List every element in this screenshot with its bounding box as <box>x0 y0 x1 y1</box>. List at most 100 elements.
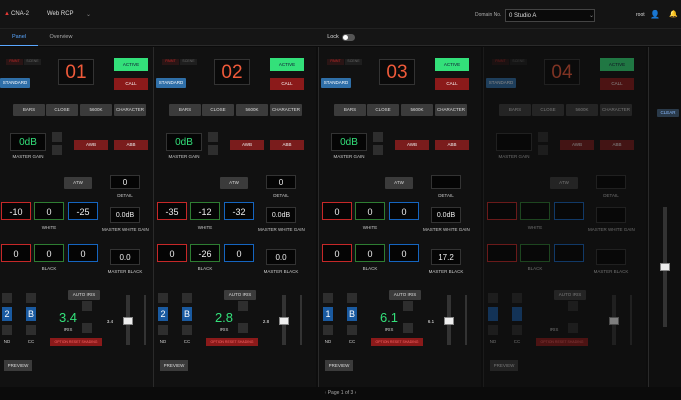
mode-button-character[interactable]: CHARACTER <box>114 104 146 116</box>
detail-value[interactable] <box>431 175 461 189</box>
master-black-value[interactable] <box>596 249 626 265</box>
preview-button[interactable]: PREVIEW <box>325 360 353 371</box>
arrow-down-icon[interactable] <box>208 145 218 155</box>
mode-button-close[interactable]: CLOSE <box>367 104 399 116</box>
white-value-r[interactable]: -35 <box>157 202 187 220</box>
cc-up-icon[interactable] <box>182 293 192 303</box>
white-value-b[interactable]: 0 <box>389 202 419 220</box>
master-white-gain-value[interactable]: 0.0dB <box>266 207 296 223</box>
mode-button-bars[interactable]: BARS <box>169 104 201 116</box>
nd-up-icon[interactable] <box>323 293 333 303</box>
iris-fader-handle[interactable] <box>279 317 289 325</box>
arrow-down-icon[interactable] <box>373 145 383 155</box>
arrow-up-icon[interactable] <box>538 132 548 142</box>
master-white-gain-value[interactable] <box>596 207 626 223</box>
abb-button[interactable]: ABB <box>435 140 469 150</box>
arrow-up-icon[interactable] <box>208 132 218 142</box>
cc-up-icon[interactable] <box>26 293 36 303</box>
call-button[interactable]: CALL <box>435 78 469 90</box>
user-icon[interactable]: 👤 <box>650 10 660 19</box>
option-reset-shading-strip[interactable]: OPTION RESET SHADING <box>206 338 258 346</box>
white-value-g[interactable]: 0 <box>355 202 385 220</box>
iris-up-icon[interactable] <box>568 301 578 311</box>
arrow-up-icon[interactable] <box>373 132 383 142</box>
nd-value[interactable]: 2 <box>158 307 168 321</box>
mode-button-5600k[interactable]: 5600K <box>236 104 268 116</box>
white-value-g[interactable]: 0 <box>34 202 64 220</box>
black-value-g[interactable]: -26 <box>190 244 220 262</box>
master-black-value[interactable]: 17.2 <box>431 249 461 265</box>
lock-toggle[interactable] <box>342 34 355 41</box>
iris-down-icon[interactable] <box>568 323 578 333</box>
domain-select[interactable]: 0 Studio A ⌄ <box>505 9 595 22</box>
cc-up-icon[interactable] <box>347 293 357 303</box>
arrow-down-icon[interactable] <box>538 145 548 155</box>
atw-button[interactable]: ATW <box>385 177 413 189</box>
black-value-g[interactable] <box>520 244 550 262</box>
chevron-down-icon[interactable]: ⌄ <box>86 11 91 18</box>
black-value-g[interactable]: 0 <box>34 244 64 262</box>
active-button[interactable]: ACTIVE <box>435 58 469 71</box>
auto-iris-button[interactable]: AUTO IRIS <box>224 290 256 300</box>
white-value-g[interactable] <box>520 202 550 220</box>
mode-button-5600k[interactable]: 5600K <box>566 104 598 116</box>
standard-button[interactable]: STANDARD <box>0 78 30 88</box>
cc-value[interactable] <box>512 307 522 321</box>
next-page-icon[interactable]: › <box>355 390 357 396</box>
black-value-r[interactable]: 0 <box>157 244 187 262</box>
mode-button-close[interactable]: CLOSE <box>46 104 78 116</box>
nd-down-icon[interactable] <box>158 325 168 335</box>
awb-button[interactable]: AWB <box>395 140 429 150</box>
nd-up-icon[interactable] <box>488 293 498 303</box>
white-value-b[interactable]: -25 <box>68 202 98 220</box>
nd-down-icon[interactable] <box>2 325 12 335</box>
nd-value[interactable]: 2 <box>2 307 12 321</box>
bell-icon[interactable]: 🔔 <box>669 10 678 18</box>
active-button[interactable]: ACTIVE <box>114 58 148 71</box>
black-value-r[interactable] <box>487 244 517 262</box>
black-value-b[interactable]: 0 <box>224 244 254 262</box>
mode-button-bars[interactable]: BARS <box>499 104 531 116</box>
iris-down-icon[interactable] <box>238 323 248 333</box>
iris-fader-handle[interactable] <box>444 317 454 325</box>
mode-button-5600k[interactable]: 5600K <box>401 104 433 116</box>
abb-button[interactable]: ABB <box>270 140 304 150</box>
black-value-b[interactable] <box>554 244 584 262</box>
abb-button[interactable]: ABB <box>600 140 634 150</box>
mode-button-bars[interactable]: BARS <box>334 104 366 116</box>
call-button[interactable]: CALL <box>114 78 148 90</box>
detail-value[interactable] <box>596 175 626 189</box>
awb-button[interactable]: AWB <box>74 140 108 150</box>
black-value-b[interactable]: 0 <box>68 244 98 262</box>
awb-button[interactable]: AWB <box>230 140 264 150</box>
iris-down-icon[interactable] <box>82 323 92 333</box>
cc-down-icon[interactable] <box>182 325 192 335</box>
atw-button[interactable]: ATW <box>550 177 578 189</box>
active-button[interactable]: ACTIVE <box>270 58 304 71</box>
nd-up-icon[interactable] <box>2 293 12 303</box>
cc-down-icon[interactable] <box>26 325 36 335</box>
cc-down-icon[interactable] <box>347 325 357 335</box>
mode-button-character[interactable]: CHARACTER <box>270 104 302 116</box>
mode-button-5600k[interactable]: 5600K <box>80 104 112 116</box>
option-reset-shading-strip[interactable]: OPTION RESET SHADING <box>536 338 588 346</box>
master-white-gain-value[interactable]: 0.0dB <box>110 207 140 223</box>
auto-iris-button[interactable]: AUTO IRIS <box>389 290 421 300</box>
standard-button[interactable]: STANDARD <box>156 78 186 88</box>
mode-button-bars[interactable]: BARS <box>13 104 45 116</box>
master-black-value[interactable]: 0.0 <box>266 249 296 265</box>
preview-button[interactable]: PREVIEW <box>4 360 32 371</box>
black-value-b[interactable]: 0 <box>389 244 419 262</box>
white-value-b[interactable]: -32 <box>224 202 254 220</box>
auto-iris-button[interactable]: AUTO IRIS <box>68 290 100 300</box>
white-value-r[interactable]: 0 <box>322 202 352 220</box>
option-reset-shading-strip[interactable]: OPTION RESET SHADING <box>371 338 423 346</box>
iris-down-icon[interactable] <box>403 323 413 333</box>
tab-overview[interactable]: Overview <box>42 29 80 46</box>
arrow-up-icon[interactable] <box>52 132 62 142</box>
preview-button[interactable]: PREVIEW <box>160 360 188 371</box>
cc-value[interactable]: B <box>182 307 192 321</box>
mode-selector[interactable]: Web RCP <box>47 11 74 17</box>
abb-button[interactable]: ABB <box>114 140 148 150</box>
atw-button[interactable]: ATW <box>64 177 92 189</box>
